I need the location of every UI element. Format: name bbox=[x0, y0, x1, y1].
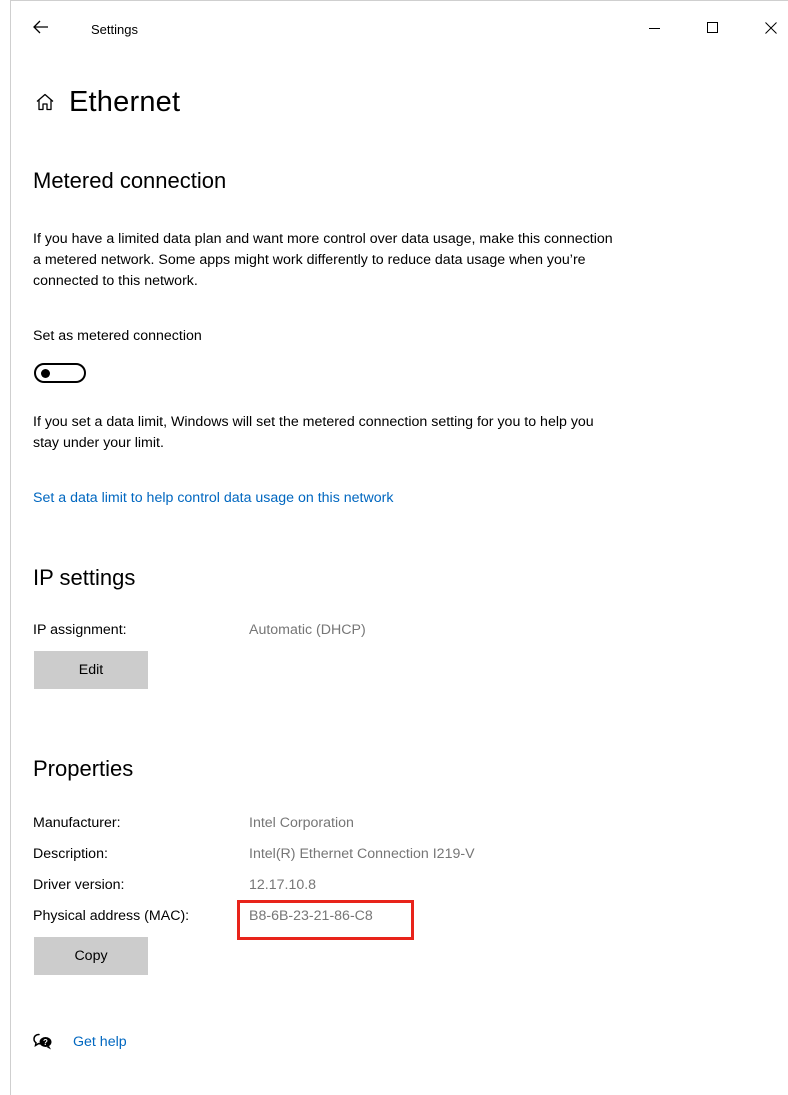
toggle-knob bbox=[41, 369, 50, 378]
close-icon bbox=[765, 21, 777, 39]
metered-toggle[interactable] bbox=[34, 363, 86, 383]
properties-section-title: Properties bbox=[33, 756, 134, 781]
title-bar: Settings bbox=[11, 1, 788, 59]
driver-version-value: 12.17.10.8 bbox=[249, 877, 317, 893]
settings-window: Settings Ethernet Metered connection If … bbox=[10, 0, 788, 1095]
get-help-row[interactable]: ? Get help bbox=[33, 1032, 127, 1052]
home-icon[interactable] bbox=[35, 91, 57, 113]
maximize-icon bbox=[707, 21, 719, 39]
ip-assignment-label: IP assignment: bbox=[33, 622, 127, 638]
driver-version-label: Driver version: bbox=[33, 877, 125, 893]
mac-address-label: Physical address (MAC): bbox=[33, 908, 190, 924]
description-value: Intel(R) Ethernet Connection I219-V bbox=[249, 846, 475, 862]
help-chat-icon: ? bbox=[33, 1032, 53, 1052]
minimize-button[interactable] bbox=[635, 13, 675, 47]
description-label: Description: bbox=[33, 846, 108, 862]
page-title: Ethernet bbox=[69, 85, 181, 118]
manufacturer-value: Intel Corporation bbox=[249, 815, 354, 831]
edit-ip-button[interactable]: Edit bbox=[34, 651, 148, 689]
maximize-button[interactable] bbox=[693, 13, 733, 47]
data-limit-link[interactable]: Set a data limit to help control data us… bbox=[33, 490, 393, 506]
svg-text:?: ? bbox=[43, 1038, 48, 1047]
close-button[interactable] bbox=[751, 13, 788, 47]
get-help-link[interactable]: Get help bbox=[73, 1034, 127, 1050]
ip-assignment-value: Automatic (DHCP) bbox=[249, 622, 366, 638]
metered-toggle-label: Set as metered connection bbox=[33, 328, 202, 344]
manufacturer-label: Manufacturer: bbox=[33, 815, 121, 831]
ip-settings-section-title: IP settings bbox=[33, 565, 136, 590]
copy-properties-button[interactable]: Copy bbox=[34, 937, 148, 975]
back-arrow-icon bbox=[33, 20, 49, 39]
minimize-icon bbox=[649, 21, 661, 39]
metered-description: If you have a limited data plan and want… bbox=[33, 231, 613, 289]
back-button[interactable] bbox=[27, 15, 55, 43]
metered-section-title: Metered connection bbox=[33, 168, 227, 193]
mac-highlight-box bbox=[237, 900, 414, 940]
page-header: Ethernet bbox=[35, 81, 180, 123]
data-limit-note: If you set a data limit, Windows will se… bbox=[33, 414, 594, 451]
app-title: Settings bbox=[91, 22, 138, 37]
